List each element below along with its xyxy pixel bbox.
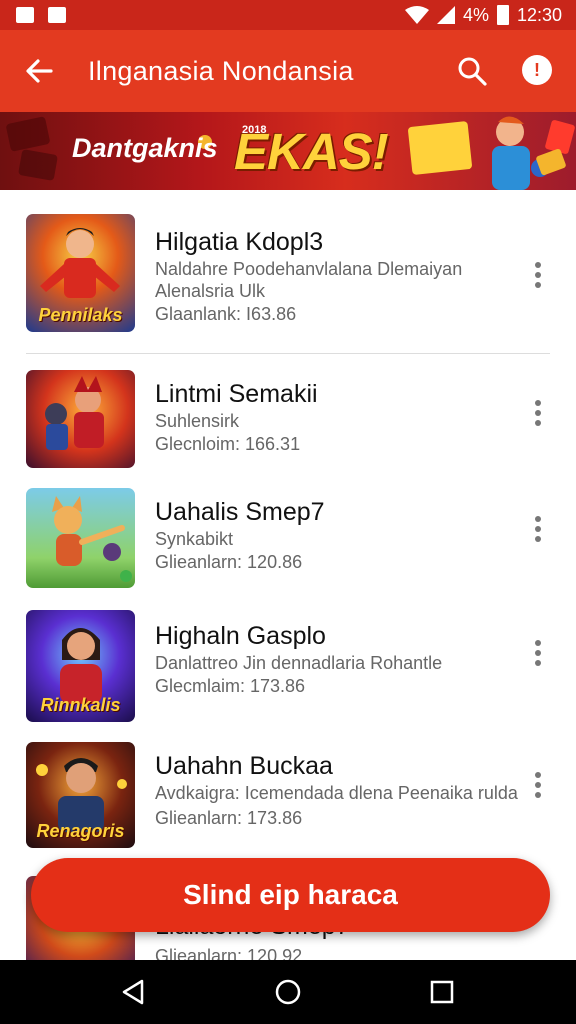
item-name: Uahahn Buckaa (155, 752, 333, 780)
item-subtitle: Avdkaigra: Icemendada dlena Peenaika rul… (155, 783, 518, 803)
item-subtitle: Suhlensirk (155, 411, 240, 431)
banner-hero-art (408, 116, 566, 190)
banner-badge: 2018 (242, 124, 267, 136)
item-name: Highaln Gasplo (155, 622, 326, 650)
promo-banner[interactable]: Dantgaknis EKAS! 2018 (0, 112, 576, 190)
battery-percent: 4% (462, 4, 489, 25)
battery-icon (496, 5, 509, 25)
signal-icon (436, 6, 455, 24)
item-meta: Glecmlaim: 173.86 (155, 676, 306, 696)
wifi-icon (404, 6, 429, 24)
nav-recents-icon[interactable] (430, 980, 454, 1004)
list-item[interactable]: Lintmi Semakii Suhlensirk Glecnloim: 166… (0, 354, 576, 476)
thumbnail-logo: Renagoris (36, 821, 125, 841)
item-subtitle: Synkabikt (155, 529, 234, 549)
search-icon[interactable] (456, 55, 488, 87)
notification-image-icon (16, 7, 34, 23)
app-bar: Ilnganasia Nondansia ! (0, 30, 576, 112)
more-vert-icon[interactable] (528, 398, 548, 428)
game-thumbnail[interactable]: Renagoris (26, 742, 135, 848)
page-title: Ilnganasia Nondansia (88, 55, 354, 86)
game-thumbnail[interactable]: Rinnkalis (26, 610, 135, 722)
item-meta: Glieanlarn: 173.86 (155, 808, 303, 828)
nav-back-icon[interactable] (120, 978, 146, 1006)
item-meta: Glaanlank: I63.86 (155, 304, 297, 324)
game-thumbnail[interactable] (26, 488, 135, 588)
list-item[interactable]: Renagoris Uahahn Buckaa Avdkaigra: Iceme… (0, 726, 576, 854)
item-meta: Glecnloim: 166.31 (155, 434, 301, 454)
thumbnail-logo: Pennilaks (38, 305, 123, 325)
system-navigation-bar (0, 960, 576, 1024)
banner-left-text: Dantgaknis (72, 133, 218, 163)
back-arrow-icon[interactable] (24, 56, 54, 86)
item-name: Uahalis Smep7 (155, 498, 325, 526)
info-icon[interactable]: ! (522, 55, 552, 85)
list-item[interactable]: Pennilaks Hilgatia Kdopl3 Naldahre Poode… (0, 190, 576, 354)
item-name: Hilgatia Kdopl3 (155, 228, 324, 256)
item-meta: Glieanlarn: 120.86 (155, 552, 303, 572)
clock: 12:30 (516, 4, 562, 25)
cat-character-art (52, 496, 132, 582)
item-subtitle-line2: Alenalsria Ulk (155, 281, 266, 301)
status-bar: 4% 12:30 (0, 0, 576, 30)
list-item[interactable]: Rinnkalis Highaln Gasplo Danlattreo Jin … (0, 596, 576, 726)
item-subtitle: Naldahre Poodehanvlalana Dlemaiyan (155, 259, 463, 279)
more-vert-icon[interactable] (528, 638, 548, 668)
more-vert-icon[interactable] (528, 260, 548, 290)
item-name: Lintmi Semakii (155, 380, 318, 408)
game-thumbnail[interactable] (26, 370, 135, 468)
list-item[interactable]: Uahalis Smep7 Synkabikt Glieanlarn: 120.… (0, 476, 576, 596)
notification-photo-icon (48, 7, 66, 23)
character-art (45, 376, 104, 450)
nav-home-icon[interactable] (273, 977, 303, 1007)
game-list: Pennilaks Hilgatia Kdopl3 Naldahre Poode… (0, 190, 576, 976)
more-vert-icon[interactable] (528, 514, 548, 544)
game-thumbnail[interactable]: Pennilaks (26, 214, 135, 332)
thumbnail-logo: Rinnkalis (40, 695, 121, 715)
primary-action-button[interactable]: Slind eip haraca (31, 858, 550, 932)
item-subtitle: Danlattreo Jin dennadlaria Rohantle (155, 653, 443, 673)
more-vert-icon[interactable] (528, 770, 548, 800)
